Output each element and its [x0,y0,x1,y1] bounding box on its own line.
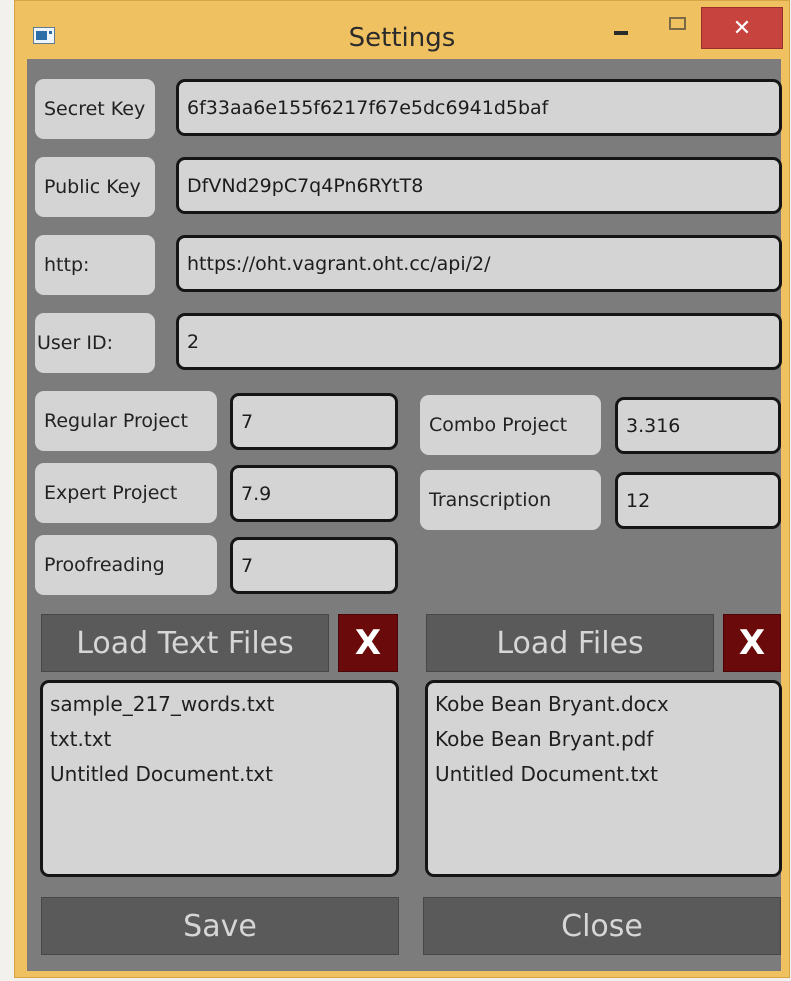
list-item[interactable]: txt.txt [50,722,396,757]
list-item[interactable]: sample_217_words.txt [50,687,396,722]
files-list[interactable]: Kobe Bean Bryant.docx Kobe Bean Bryant.p… [425,680,782,877]
close-button[interactable]: Close [423,897,781,955]
save-button[interactable]: Save [41,897,399,955]
transcription-input[interactable]: 12 [615,472,781,529]
expert-project-label: Expert Project [35,463,217,523]
close-icon: ✕ [732,16,752,41]
combo-project-label: Combo Project [420,395,601,455]
secret-key-input[interactable]: 6f33aa6e155f6217f67e5dc6941d5baf [176,79,782,136]
minimize-icon [614,31,628,35]
combo-project-input[interactable]: 3.316 [615,397,781,454]
transcription-label: Transcription [420,470,601,530]
proofreading-input[interactable]: 7 [230,537,398,594]
expert-project-input[interactable]: 7.9 [230,465,398,522]
maximize-button[interactable] [655,7,700,49]
close-window-button[interactable]: ✕ [701,7,783,49]
text-files-list[interactable]: sample_217_words.txt txt.txt Untitled Do… [40,680,399,877]
list-item[interactable]: Kobe Bean Bryant.pdf [435,722,779,757]
public-key-label: Public Key [35,157,155,217]
minimize-button[interactable] [600,7,645,49]
secret-key-label: Secret Key [35,79,155,139]
http-label: http: [35,235,155,295]
settings-window: Settings ✕ Secret Key 6f33aa6e155f6217f6… [14,0,790,978]
user-id-input[interactable]: 2 [176,313,782,370]
proofreading-label: Proofreading [35,535,217,595]
http-input[interactable]: https://oht.vagrant.oht.cc/api/2/ [176,235,782,292]
regular-project-input[interactable]: 7 [230,393,398,450]
regular-project-label: Regular Project [35,391,217,451]
maximize-icon [669,17,686,30]
list-item[interactable]: Kobe Bean Bryant.docx [435,687,779,722]
list-item[interactable]: Untitled Document.txt [50,757,396,792]
load-files-button[interactable]: Load Files [426,614,714,672]
settings-panel: Secret Key 6f33aa6e155f6217f67e5dc6941d5… [27,59,782,971]
user-id-label: User ID: [35,313,155,373]
clear-files-button[interactable]: X [723,614,781,672]
list-item[interactable]: Untitled Document.txt [435,757,779,792]
load-text-files-button[interactable]: Load Text Files [41,614,329,672]
clear-text-files-button[interactable]: X [338,614,398,672]
public-key-input[interactable]: DfVNd29pC7q4Pn6RYtT8 [176,157,782,214]
